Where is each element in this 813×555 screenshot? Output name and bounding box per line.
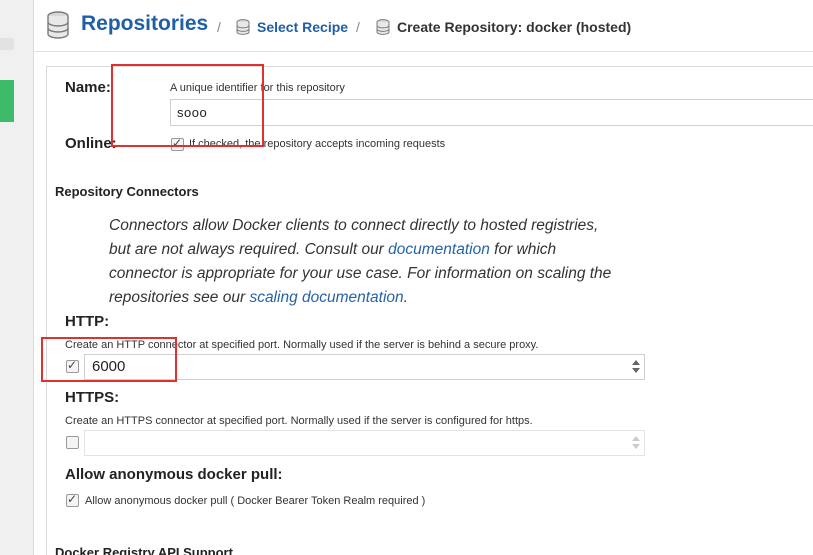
annotation-highlight-http — [41, 337, 177, 382]
section-docker-registry-api: Docker Registry API Support — [55, 545, 233, 555]
connectors-description: Connectors allow Docker clients to conne… — [109, 214, 619, 310]
annotation-highlight-name — [111, 64, 264, 147]
section-repository-connectors: Repository Connectors — [55, 184, 199, 199]
https-checkbox[interactable] — [66, 436, 79, 449]
anonymous-pull-checkbox[interactable] — [66, 492, 79, 507]
spinner-arrows-icon[interactable] — [632, 360, 640, 374]
https-port-input[interactable] — [84, 430, 645, 456]
online-label: Online: — [65, 135, 117, 152]
breadcrumb-current: Create Repository: docker (hosted) — [397, 19, 632, 35]
description-text: . — [403, 289, 408, 306]
page-title[interactable]: Repositories — [81, 12, 208, 36]
anonymous-pull-help-text: Allow anonymous docker pull ( Docker Bea… — [85, 495, 426, 507]
documentation-link[interactable]: documentation — [388, 241, 490, 258]
database-icon — [47, 11, 69, 39]
breadcrumb-separator: / — [217, 19, 221, 35]
anonymous-pull-label: Allow anonymous docker pull: — [65, 466, 283, 483]
breadcrumb-separator: / — [356, 19, 360, 35]
database-icon — [236, 19, 250, 35]
https-label: HTTPS: — [65, 389, 120, 406]
breadcrumb: Repositories / Select Recipe / Create Re… — [34, 0, 813, 52]
name-label: Name: — [65, 79, 111, 96]
sidebar-active-item[interactable] — [0, 80, 14, 122]
https-help-text: Create an HTTPS connector at specified p… — [65, 415, 533, 427]
spinner-arrows-icon[interactable] — [632, 436, 640, 450]
scaling-documentation-link[interactable]: scaling documentation — [249, 289, 403, 306]
http-label: HTTP: — [65, 313, 110, 330]
name-input[interactable] — [170, 99, 813, 126]
database-icon — [376, 19, 390, 35]
sidebar-divider — [0, 38, 14, 50]
breadcrumb-select-recipe[interactable]: Select Recipe — [257, 19, 348, 35]
left-sidebar — [0, 0, 34, 555]
